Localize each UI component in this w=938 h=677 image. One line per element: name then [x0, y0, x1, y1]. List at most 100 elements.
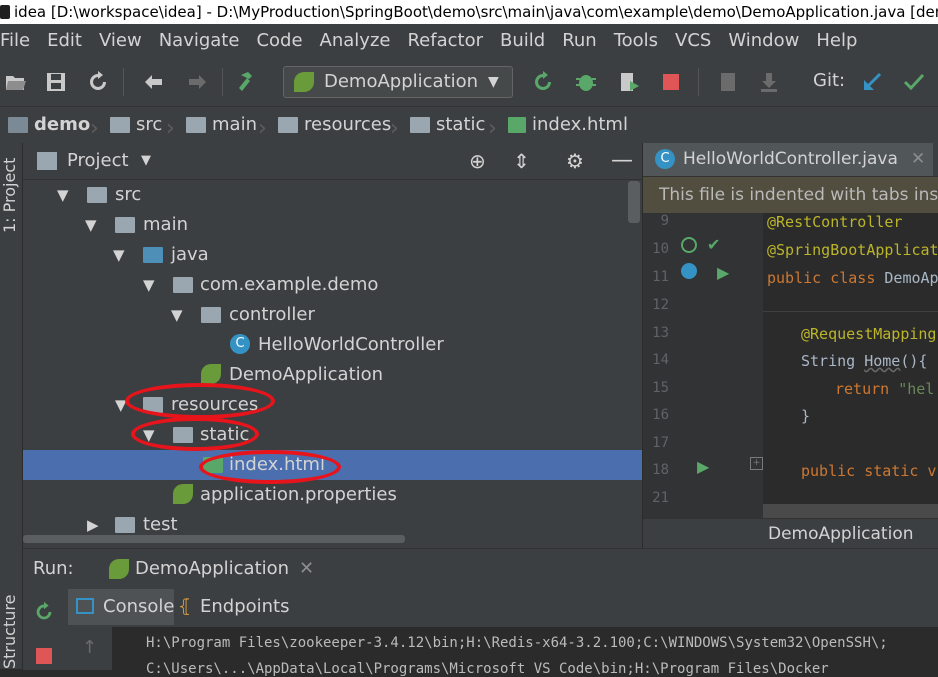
breadcrumb-item-index-html[interactable]: index.html — [508, 107, 628, 143]
tab-console[interactable]: Console — [68, 589, 174, 625]
tree-node-src[interactable]: ▼ src — [23, 180, 642, 210]
vertical-scrollbar[interactable] — [628, 181, 640, 223]
spring-boot-icon — [109, 559, 129, 579]
rerun-icon[interactable] — [33, 601, 55, 623]
run-label: Run: — [33, 558, 74, 579]
menu-build[interactable]: Build — [500, 24, 545, 58]
forward-arrow-icon[interactable] — [186, 70, 210, 94]
spring-bean-gutter-icon[interactable] — [681, 237, 697, 253]
gear-icon[interactable]: ⚙ — [566, 143, 584, 179]
menu-run[interactable]: Run — [562, 24, 597, 58]
menu-file[interactable]: File — [0, 24, 30, 58]
run-configuration-selector[interactable]: DemoApplication ▼ — [283, 66, 513, 98]
expand-arrow-icon[interactable]: ▼ — [115, 390, 127, 420]
horizontal-scrollbar[interactable] — [23, 535, 405, 543]
annotation-ellipse — [125, 383, 275, 419]
breadcrumb-item-resources[interactable]: resources — [278, 107, 391, 143]
expand-arrow-icon[interactable]: ▼ — [57, 180, 69, 210]
run-configuration-label: DemoApplication — [324, 71, 479, 92]
tree-node-java[interactable]: ▼ java — [23, 240, 642, 270]
editor-tab-helloworldcontroller[interactable]: C HelloWorldController.java ✕ — [643, 143, 933, 176]
menu-help[interactable]: Help — [816, 24, 857, 58]
tree-node-demoapplication[interactable]: DemoApplication — [23, 360, 642, 390]
run-config-tab[interactable]: DemoApplication — [135, 549, 289, 589]
download-icon[interactable] — [757, 70, 781, 94]
hide-panel-icon[interactable]: — — [611, 143, 633, 179]
folder-icon — [115, 217, 135, 233]
open-folder-icon[interactable] — [4, 70, 28, 94]
run-tool-window: Run: DemoApplication ✕ Console ⦃ Endpoin… — [23, 548, 938, 677]
code-area[interactable]: @RestController @SpringBootApplicat publ… — [763, 213, 938, 518]
run-gutter-icon[interactable]: ▶ — [717, 263, 729, 282]
chevron-down-icon[interactable]: ▼ — [141, 143, 151, 179]
save-icon[interactable] — [44, 70, 68, 94]
annotation-ellipse — [131, 417, 259, 451]
debug-bug-icon[interactable] — [574, 70, 598, 94]
close-tab-icon[interactable]: ✕ — [911, 143, 925, 176]
expand-arrow-icon[interactable]: ▼ — [113, 240, 125, 270]
menu-refactor[interactable]: Refactor — [407, 24, 483, 58]
locate-target-icon[interactable]: ⊕ — [469, 143, 486, 179]
menu-navigate[interactable]: Navigate — [159, 24, 240, 58]
navigation-breadcrumb: demo › src › main › resources › static ›… — [0, 107, 938, 144]
tree-node-helloworldcontroller[interactable]: C HelloWorldController — [23, 330, 642, 360]
endpoints-icon: ⦃ — [178, 596, 192, 617]
run-with-coverage-icon[interactable] — [617, 70, 641, 94]
tree-node-package[interactable]: ▼ com.example.demo — [23, 270, 642, 300]
tree-node-static[interactable]: ▼ static — [23, 420, 642, 450]
menu-vcs[interactable]: VCS — [675, 24, 711, 58]
package-icon — [201, 307, 221, 323]
menu-edit[interactable]: Edit — [47, 24, 82, 58]
spring-check-gutter-icon[interactable]: ✔ — [707, 235, 720, 254]
console-output[interactable]: ↑ H:\Program Files\zookeeper-3.4.12\bin;… — [68, 627, 938, 677]
menu-code[interactable]: Code — [256, 24, 302, 58]
stop-icon[interactable] — [36, 648, 52, 664]
git-update-arrow-icon[interactable] — [860, 70, 884, 94]
menu-window[interactable]: Window — [728, 24, 799, 58]
vcs-update-icon[interactable] — [716, 70, 740, 94]
git-commit-check-icon[interactable] — [902, 70, 926, 94]
stop-icon[interactable] — [659, 70, 683, 94]
line-number: 11 — [652, 269, 669, 285]
tree-node-controller[interactable]: ▼ controller — [23, 300, 642, 330]
folder-icon — [410, 117, 430, 133]
menu-analyze[interactable]: Analyze — [320, 24, 391, 58]
scroll-up-icon[interactable]: ↑ — [82, 637, 97, 658]
tree-node-main[interactable]: ▼ main — [23, 210, 642, 240]
folder-icon — [115, 517, 135, 533]
expand-arrow-icon[interactable]: ▼ — [171, 300, 183, 330]
expand-arrow-icon[interactable]: ▼ — [143, 270, 155, 300]
breadcrumb-item-main[interactable]: main — [186, 107, 257, 143]
back-arrow-icon[interactable] — [141, 70, 165, 94]
toolbar-separator — [222, 68, 223, 96]
expand-fold-icon[interactable]: + — [750, 457, 763, 470]
project-tool-tab[interactable]: 1: Project — [0, 158, 19, 233]
breadcrumb-item-demo[interactable]: demo — [8, 107, 90, 143]
menu-tools[interactable]: Tools — [614, 24, 658, 58]
editor-horizontal-scrollbar[interactable] — [763, 504, 938, 518]
spring-boot-icon — [201, 364, 221, 384]
structure-tool-tab[interactable]: Structure — [0, 595, 19, 669]
run-panel-header: Run: DemoApplication ✕ — [23, 549, 938, 589]
breadcrumb-item-src[interactable]: src — [110, 107, 162, 143]
collapse-all-icon[interactable]: ⇕ — [513, 143, 530, 179]
sync-icon[interactable] — [86, 70, 110, 94]
rerun-icon[interactable] — [531, 70, 555, 94]
project-folder-icon — [37, 152, 57, 170]
indentation-notification-banner: This file is indented with tabs ins — [643, 177, 938, 213]
close-tab-icon[interactable]: ✕ — [299, 549, 314, 589]
tab-endpoints[interactable]: ⦃ Endpoints — [178, 589, 298, 625]
run-main-gutter-icon[interactable]: ▶ — [697, 457, 709, 476]
breadcrumb-item-static[interactable]: static — [410, 107, 485, 143]
menu-view[interactable]: View — [99, 24, 142, 58]
spring-boot-icon — [294, 72, 314, 92]
editor-gutter: 9 10 11 12 13 14 15 16 17 18 21 ✔ ▶ ▶ + — [643, 213, 763, 518]
build-hammer-icon[interactable] — [238, 70, 262, 94]
expand-arrow-icon[interactable]: ▼ — [85, 210, 97, 240]
tree-node-resources[interactable]: ▼ resources — [23, 390, 642, 420]
tree-node-application-properties[interactable]: application.properties — [23, 480, 642, 510]
java-class-icon: C — [655, 149, 675, 169]
code-line: } — [801, 407, 811, 425]
class-gutter-icon[interactable] — [681, 263, 697, 279]
project-view-label[interactable]: Project — [67, 143, 129, 179]
